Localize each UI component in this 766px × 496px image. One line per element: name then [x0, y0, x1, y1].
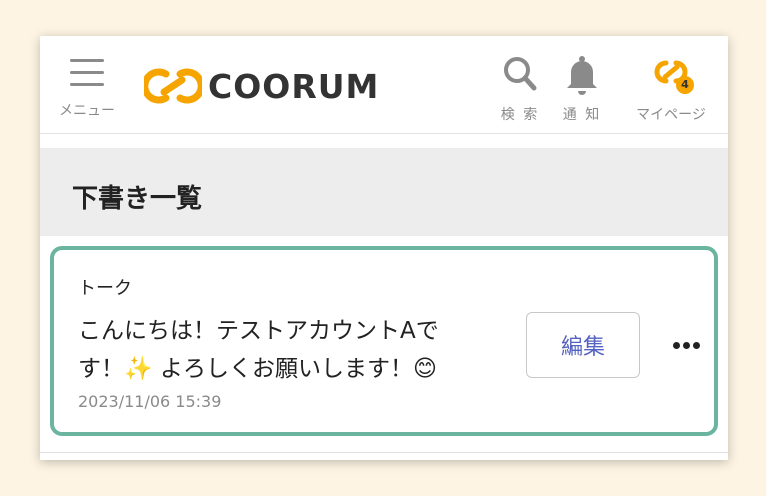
- menu-label: メニュー: [59, 103, 115, 119]
- draft-date: 2023/11/06 15:39: [78, 392, 222, 411]
- notification-button[interactable]: 通 知: [554, 50, 610, 126]
- edit-button[interactable]: 編集: [526, 312, 640, 378]
- app-header: メニュー COORUM 検 索 通 知 4 マイページ: [40, 36, 728, 134]
- hamburger-icon: [70, 56, 104, 88]
- smile-emoji: 😊: [412, 356, 437, 382]
- page-title: 下書き一覧: [72, 184, 203, 214]
- draft-text: こんにちは！テストアカウントAで す！✨ よろしくお願いします！😊: [78, 312, 498, 388]
- search-label: 検 索: [500, 107, 540, 123]
- more-options-icon[interactable]: [666, 330, 706, 360]
- app-screen: メニュー COORUM 検 索 通 知 4 マイページ 下書き一覧 トーク こん…: [40, 36, 728, 460]
- coorum-logo-icon: [144, 68, 202, 104]
- divider: [40, 452, 728, 453]
- search-button[interactable]: 検 索: [492, 50, 548, 126]
- search-icon: [504, 57, 537, 91]
- coorum-logo[interactable]: COORUM: [144, 64, 384, 108]
- draft-text-part: す！: [78, 356, 124, 382]
- draft-text-part: よろしくお願いします！: [152, 356, 413, 382]
- bell-icon: [567, 56, 597, 95]
- draft-text-line-2: す！✨ よろしくお願いします！😊: [78, 350, 498, 388]
- draft-card[interactable]: トーク こんにちは！テストアカウントAで す！✨ よろしくお願いします！😊 20…: [50, 246, 718, 436]
- draft-text-line-1: こんにちは！テストアカウントAで: [78, 318, 439, 344]
- notification-label: 通 知: [562, 107, 602, 123]
- mypage-button[interactable]: 4 マイページ: [626, 50, 716, 126]
- mypage-label: マイページ: [636, 107, 706, 123]
- logo-text: COORUM: [208, 66, 380, 106]
- draft-category: トーク: [78, 278, 132, 299]
- sparkles-emoji: ✨: [124, 356, 153, 382]
- menu-button[interactable]: メニュー: [54, 52, 120, 122]
- level-badge: 4: [676, 76, 694, 94]
